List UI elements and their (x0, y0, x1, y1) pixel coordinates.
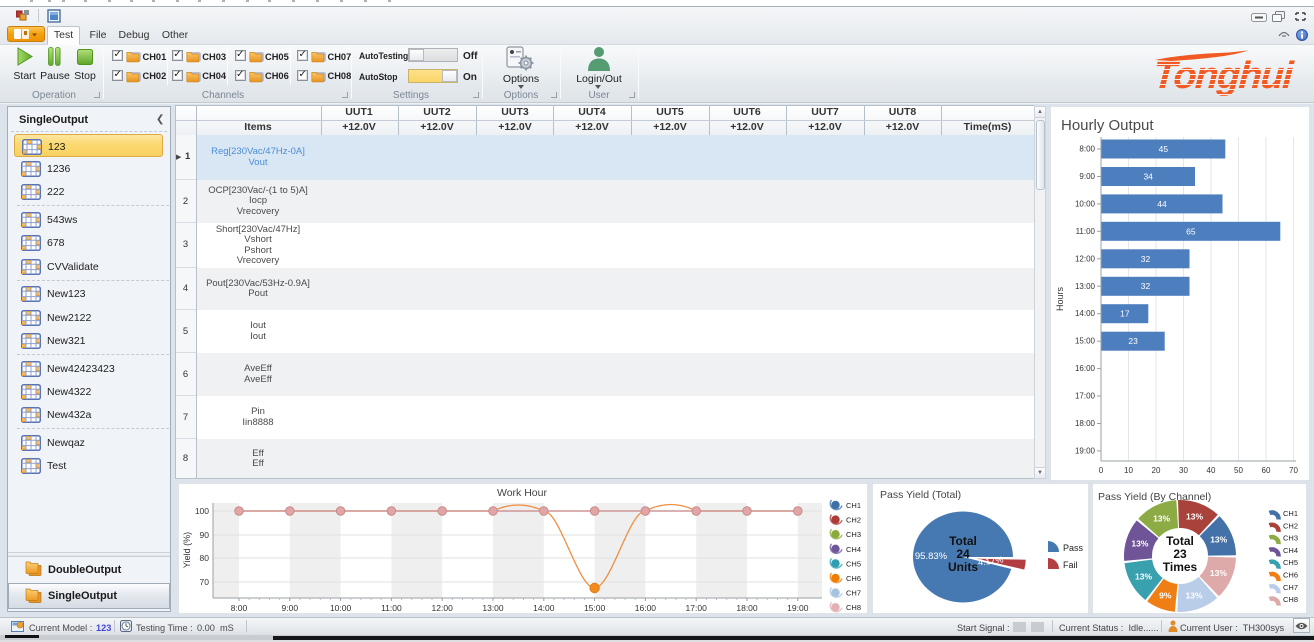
svg-text:CH7: CH7 (846, 589, 861, 598)
svg-text:95.83%: 95.83% (915, 551, 948, 562)
svg-text:12:00: 12:00 (1075, 254, 1096, 263)
svg-text:13%: 13% (1135, 572, 1152, 582)
svg-text:CH4: CH4 (846, 545, 861, 554)
svg-text:Pass Yield (Total): Pass Yield (Total) (880, 489, 961, 501)
svg-text:24: 24 (956, 547, 970, 561)
svg-text:20: 20 (1152, 466, 1161, 475)
svg-text:80: 80 (200, 553, 210, 563)
svg-text:CH2: CH2 (1283, 521, 1298, 530)
svg-text:19:00: 19:00 (1075, 446, 1096, 455)
svg-text:13%: 13% (1185, 591, 1202, 601)
svg-text:13%: 13% (1131, 539, 1148, 549)
svg-text:15:00: 15:00 (584, 603, 606, 613)
svg-text:Hourly Output: Hourly Output (1061, 117, 1154, 134)
svg-text:34: 34 (1143, 172, 1153, 182)
svg-text:16:00: 16:00 (635, 603, 657, 613)
svg-text:10: 10 (1124, 466, 1133, 475)
svg-text:Hours: Hours (1055, 287, 1065, 312)
svg-text:CH1: CH1 (846, 501, 861, 510)
svg-text:23: 23 (1128, 336, 1138, 346)
svg-text:8:00: 8:00 (1079, 145, 1095, 154)
svg-text:45: 45 (1159, 144, 1169, 154)
svg-text:32: 32 (1141, 281, 1151, 291)
svg-text:11:00: 11:00 (1076, 227, 1096, 236)
svg-text:9:00: 9:00 (282, 603, 299, 613)
svg-text:CH5: CH5 (1283, 558, 1298, 567)
svg-text:65: 65 (1186, 226, 1196, 236)
svg-text:90: 90 (200, 530, 210, 540)
svg-text:13:00: 13:00 (1075, 282, 1096, 291)
svg-text:13%: 13% (1186, 512, 1203, 522)
svg-text:60: 60 (1262, 466, 1271, 475)
svg-text:Fail: Fail (1063, 560, 1078, 570)
svg-text:17:00: 17:00 (1075, 392, 1096, 401)
svg-text:CH3: CH3 (1283, 534, 1298, 543)
svg-text:16:00: 16:00 (1075, 364, 1096, 373)
svg-text:CH8: CH8 (846, 603, 861, 612)
svg-text:70: 70 (200, 577, 210, 587)
svg-text:CH5: CH5 (846, 559, 861, 568)
svg-text:19:00: 19:00 (787, 603, 809, 613)
svg-text:CH1: CH1 (1283, 509, 1298, 518)
svg-text:14:00: 14:00 (533, 603, 555, 613)
svg-text:CH6: CH6 (1283, 571, 1298, 580)
svg-text:15:00: 15:00 (1075, 337, 1096, 346)
svg-text:18:00: 18:00 (1075, 419, 1096, 428)
svg-text:Pass Yield (By Channel): Pass Yield (By Channel) (1098, 491, 1211, 503)
svg-text:13%: 13% (1153, 513, 1170, 523)
svg-text:8:00: 8:00 (231, 603, 248, 613)
svg-text:11:00: 11:00 (381, 603, 402, 613)
svg-text:14:00: 14:00 (1075, 309, 1096, 318)
svg-text:44: 44 (1157, 199, 1167, 209)
svg-text:0: 0 (1099, 466, 1104, 475)
svg-text:17: 17 (1120, 309, 1130, 319)
svg-text:50: 50 (1234, 466, 1243, 475)
svg-text:Tonghui: Tonghui (1153, 55, 1296, 96)
svg-text:40: 40 (1207, 466, 1216, 475)
svg-text:9:00: 9:00 (1079, 172, 1095, 181)
svg-text:CH2: CH2 (846, 516, 861, 525)
svg-text:Total: Total (949, 534, 977, 548)
svg-text:9%: 9% (1159, 590, 1172, 600)
svg-text:Pass: Pass (1063, 543, 1084, 553)
svg-text:18:00: 18:00 (736, 603, 758, 613)
svg-text:CH7: CH7 (1283, 583, 1298, 592)
svg-text:Yield (%): Yield (%) (182, 532, 192, 568)
svg-text:32: 32 (1141, 254, 1151, 264)
svg-text:CH3: CH3 (846, 530, 861, 539)
svg-text:Total: Total (1166, 534, 1194, 548)
svg-text:30: 30 (1179, 466, 1188, 475)
svg-text:10:00: 10:00 (330, 603, 352, 613)
svg-text:13:00: 13:00 (482, 603, 504, 613)
svg-text:13%: 13% (1210, 535, 1227, 545)
svg-text:CH6: CH6 (846, 574, 861, 583)
svg-text:CH8: CH8 (1283, 595, 1298, 604)
svg-text:13%: 13% (1210, 568, 1227, 578)
svg-text:17:00: 17:00 (686, 603, 708, 613)
svg-text:23: 23 (1173, 547, 1187, 561)
svg-text:CH4: CH4 (1283, 546, 1298, 555)
svg-text:70: 70 (1289, 466, 1298, 475)
svg-text:Times: Times (1163, 560, 1198, 574)
svg-text:10:00: 10:00 (1075, 199, 1096, 208)
svg-text:100: 100 (195, 506, 209, 516)
svg-text:12:00: 12:00 (432, 603, 454, 613)
svg-text:Units: Units (948, 560, 978, 574)
svg-text:Work Hour: Work Hour (497, 487, 547, 499)
